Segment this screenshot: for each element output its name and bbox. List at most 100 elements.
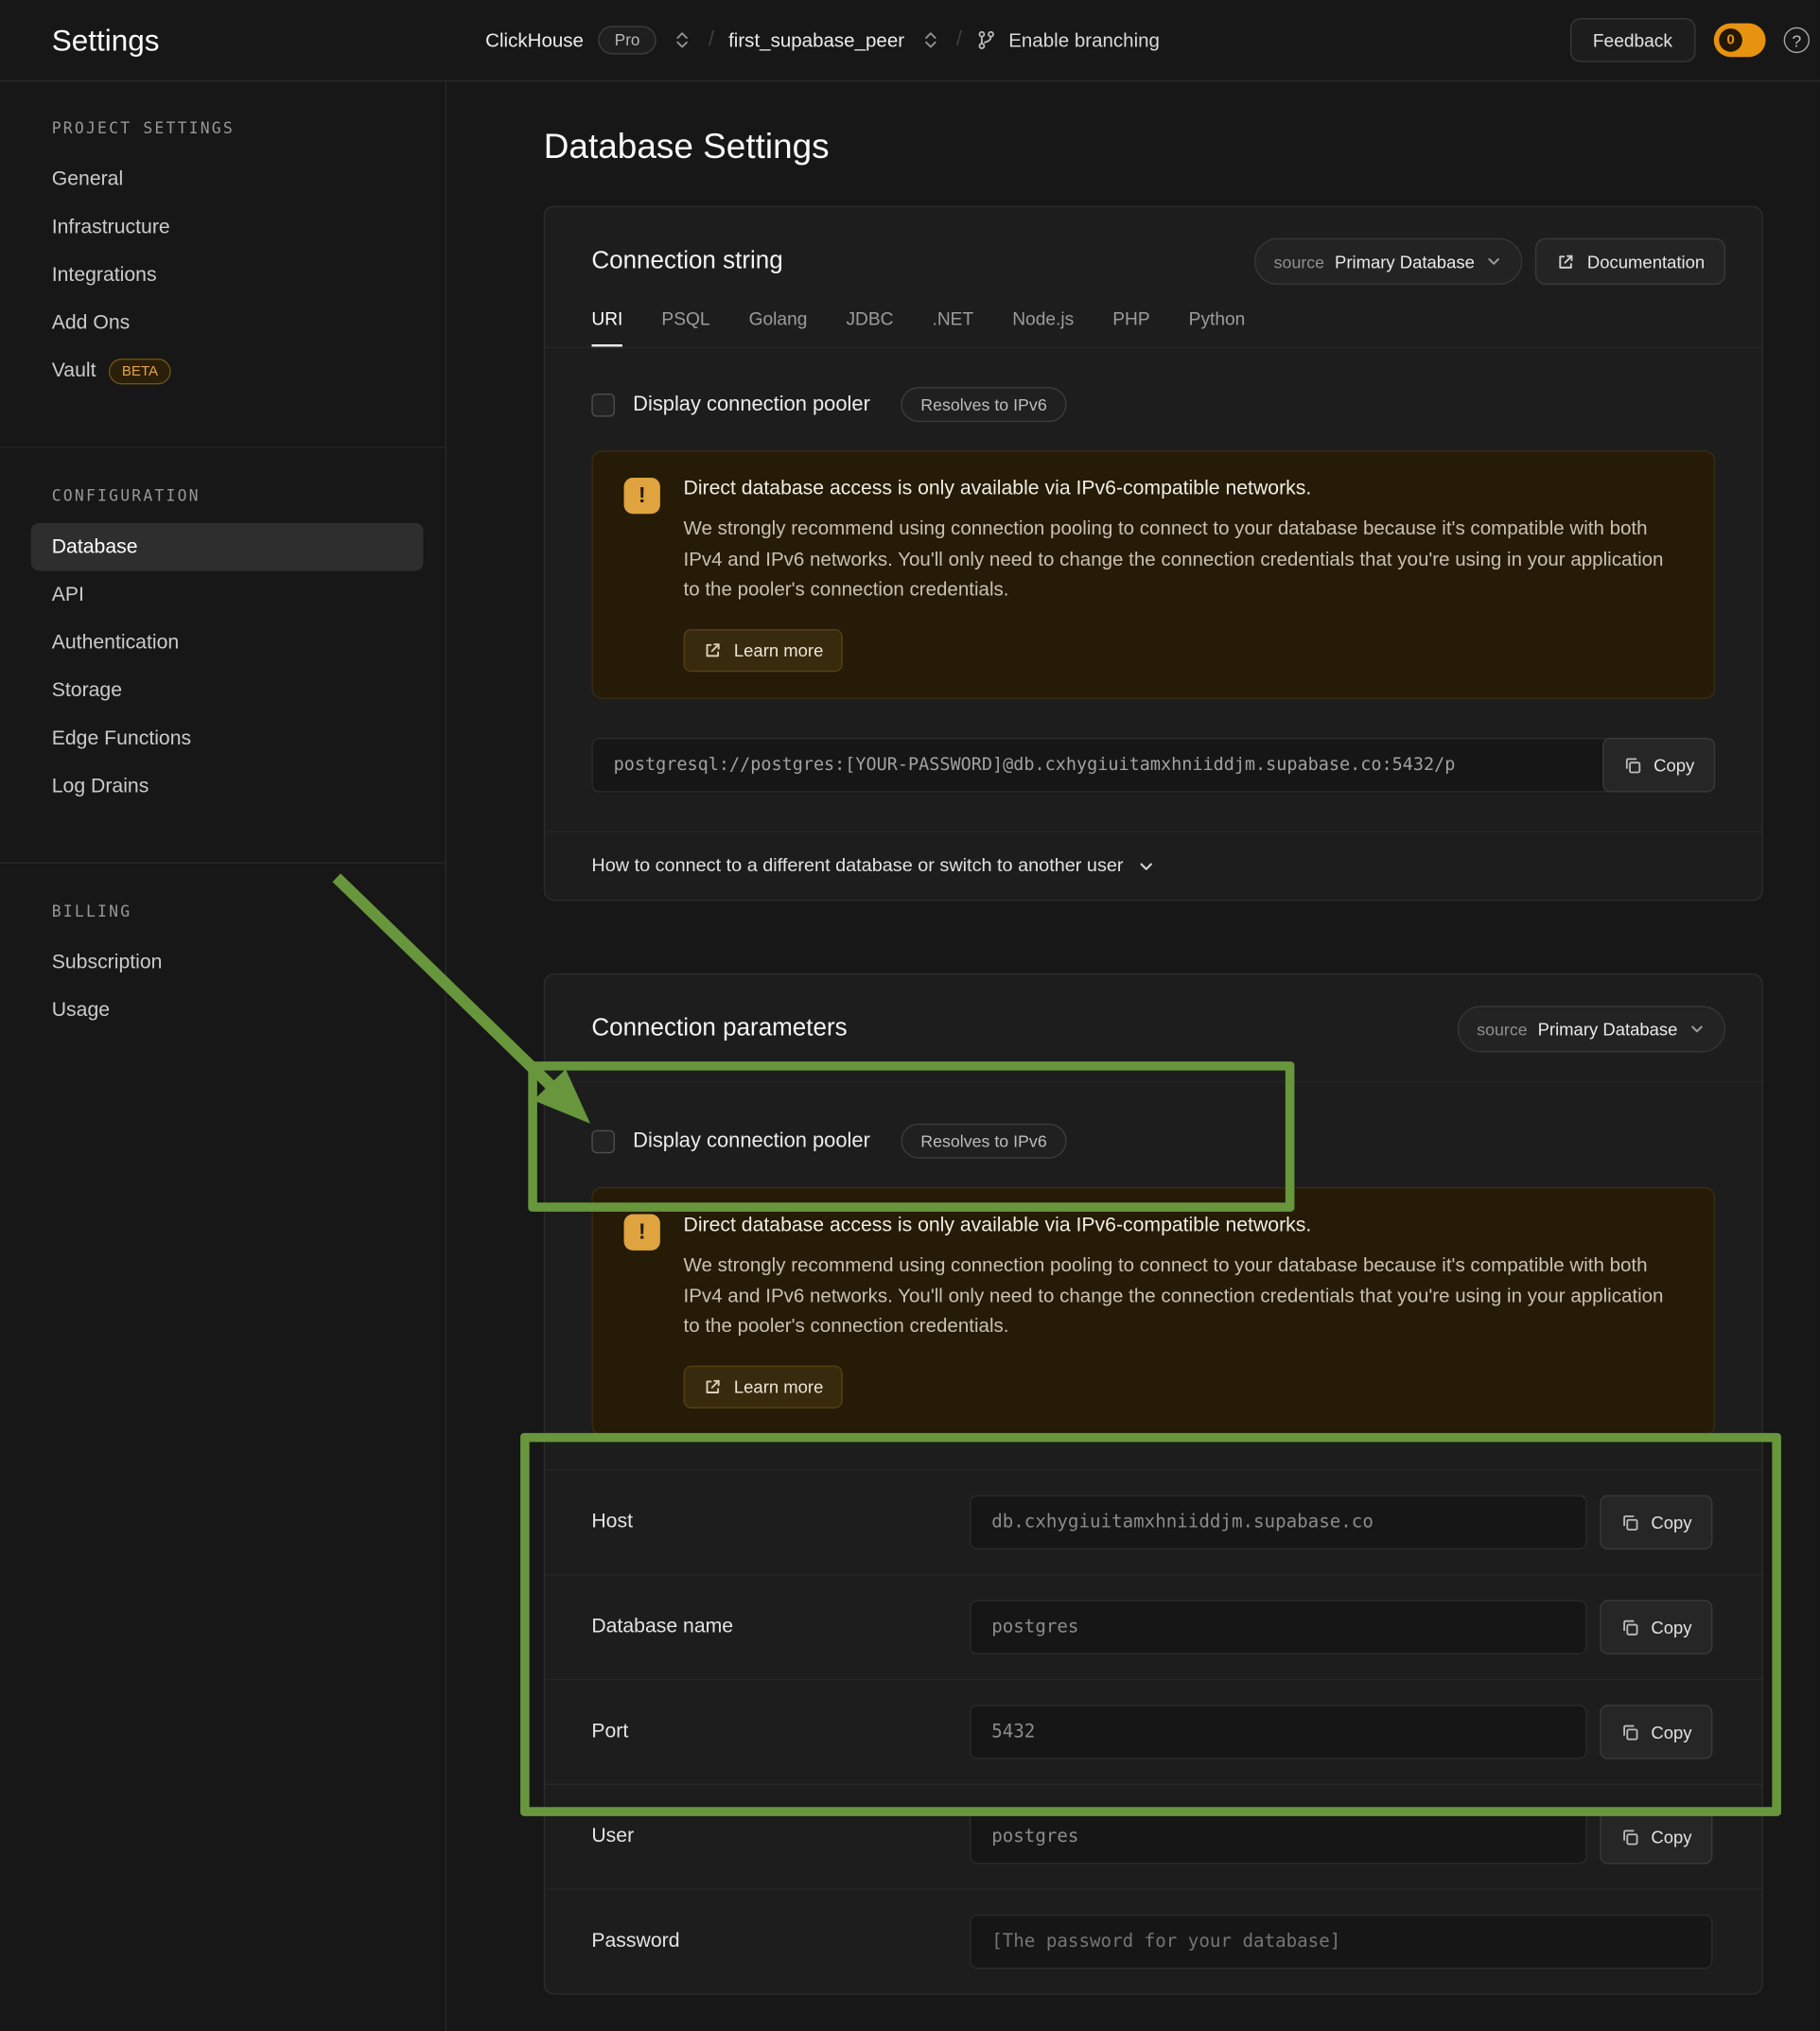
display-connection-pooler-checkbox[interactable] xyxy=(591,1129,615,1153)
sidebar-item-general[interactable]: General xyxy=(0,155,446,203)
copy-icon xyxy=(1621,1723,1641,1742)
sidebar-item-api[interactable]: API xyxy=(0,570,446,619)
org-selector-chevron-icon[interactable] xyxy=(671,28,694,52)
sidebar-item-log-drains[interactable]: Log Drains xyxy=(0,762,446,811)
tab-php[interactable]: PHP xyxy=(1112,308,1149,347)
header-actions: Feedback 0 ? xyxy=(1569,18,1820,62)
display-connection-pooler-label: Display connection pooler xyxy=(633,1129,870,1153)
org-avatar[interactable]: 0 xyxy=(1714,24,1766,58)
user-field[interactable]: postgres xyxy=(970,1810,1587,1864)
copy-host-button[interactable]: Copy xyxy=(1601,1496,1712,1550)
copy-label: Copy xyxy=(1654,756,1694,776)
section-title: PROJECT SETTINGS xyxy=(52,119,446,137)
git-branch-icon xyxy=(976,29,997,50)
display-connection-pooler-checkbox[interactable] xyxy=(591,393,615,416)
main-content: Database Settings Connection string sour… xyxy=(446,80,1820,2031)
tab-uri[interactable]: URI xyxy=(591,308,622,347)
warning-title: Direct database access is only available… xyxy=(684,1215,1681,1238)
copy-label: Copy xyxy=(1651,1513,1691,1532)
sidebar-item-storage[interactable]: Storage xyxy=(0,667,446,715)
sidebar-item-label: Subscription xyxy=(52,938,163,987)
source-select[interactable]: source Primary Database xyxy=(1458,1006,1725,1052)
tab-psql[interactable]: PSQL xyxy=(661,308,709,347)
copy-label: Copy xyxy=(1651,1618,1691,1637)
connection-string-card: Connection string source Primary Databas… xyxy=(544,206,1763,902)
sidebar-item-label: Storage xyxy=(52,667,122,715)
tab-golang[interactable]: Golang xyxy=(749,308,808,347)
tab-dotnet[interactable]: .NET xyxy=(933,308,974,347)
breadcrumb: ClickHouse Pro / first_supabase_peer / E… xyxy=(446,26,1569,54)
section-title: CONFIGURATION xyxy=(52,487,446,505)
sidebar-item-infrastructure[interactable]: Infrastructure xyxy=(0,203,446,252)
password-label: Password xyxy=(591,1930,970,1953)
sidebar-item-label: Infrastructure xyxy=(52,203,170,252)
feedback-button[interactable]: Feedback xyxy=(1569,18,1695,62)
learn-more-button[interactable]: Learn more xyxy=(684,1366,843,1409)
page-title: Database Settings xyxy=(544,127,1820,166)
settings-sidebar: PROJECT SETTINGS General Infrastructure … xyxy=(0,80,446,2031)
sidebar-item-usage[interactable]: Usage xyxy=(0,987,446,1035)
connection-parameters-card: Connection parameters source Primary Dat… xyxy=(544,973,1763,1995)
copy-icon xyxy=(1624,756,1644,776)
sidebar-item-integrations[interactable]: Integrations xyxy=(0,251,446,299)
source-select[interactable]: source Primary Database xyxy=(1254,238,1522,285)
sidebar-item-database[interactable]: Database xyxy=(31,523,424,571)
sidebar-item-label: Vault xyxy=(52,347,96,395)
beta-badge: BETA xyxy=(109,358,171,383)
breadcrumb-org[interactable]: ClickHouse xyxy=(485,29,584,51)
source-value: Primary Database xyxy=(1538,1020,1678,1040)
host-field[interactable]: db.cxhygiuitamxhniiddjm.supabase.co xyxy=(970,1496,1587,1550)
copy-icon xyxy=(1621,1513,1641,1532)
tab-nodejs[interactable]: Node.js xyxy=(1012,308,1074,347)
sidebar-section-billing: BILLING Subscription Usage xyxy=(0,862,446,1086)
copy-uri-button[interactable]: Copy xyxy=(1603,738,1715,792)
password-field[interactable]: [The password for your database] xyxy=(970,1915,1712,1969)
app-window: Settings ClickHouse Pro / first_supabase… xyxy=(0,0,1820,2031)
tab-jdbc[interactable]: JDBC xyxy=(846,308,893,347)
database-name-row: Database name postgres Copy xyxy=(545,1574,1761,1679)
user-row: User postgres Copy xyxy=(545,1784,1761,1889)
sidebar-item-edge-functions[interactable]: Edge Functions xyxy=(0,714,446,762)
chevron-down-icon xyxy=(1485,253,1503,271)
copy-port-button[interactable]: Copy xyxy=(1601,1705,1712,1759)
sidebar-item-authentication[interactable]: Authentication xyxy=(0,619,446,667)
database-name-field[interactable]: postgres xyxy=(970,1601,1587,1655)
breadcrumb-project[interactable]: first_supabase_peer xyxy=(728,29,904,51)
disclosure-label: How to connect to a different database o… xyxy=(591,856,1123,877)
sidebar-item-label: General xyxy=(52,155,123,203)
section-title: BILLING xyxy=(52,902,446,920)
learn-more-button[interactable]: Learn more xyxy=(684,629,843,672)
enable-branching-button[interactable]: Enable branching xyxy=(976,29,1160,51)
copy-user-button[interactable]: Copy xyxy=(1601,1810,1712,1864)
plan-badge: Pro xyxy=(598,26,656,54)
chevron-down-icon xyxy=(1136,856,1156,876)
sidebar-item-vault[interactable]: Vault BETA xyxy=(0,347,446,395)
host-row: Host db.cxhygiuitamxhniiddjm.supabase.co… xyxy=(545,1469,1761,1574)
sidebar-item-add-ons[interactable]: Add Ons xyxy=(0,299,446,347)
sidebar-section-configuration: CONFIGURATION Database API Authenticatio… xyxy=(0,446,446,862)
help-icon[interactable]: ? xyxy=(1784,27,1810,53)
page-heading-settings: Settings xyxy=(52,23,160,57)
project-selector-chevron-icon[interactable] xyxy=(919,28,942,52)
ipv6-warning-banner: ! Direct database access is only availab… xyxy=(591,450,1715,699)
breadcrumb-separator: / xyxy=(956,28,962,52)
copy-icon xyxy=(1621,1828,1641,1847)
copy-label: Copy xyxy=(1651,1828,1691,1847)
sidebar-item-label: Usage xyxy=(52,987,110,1035)
documentation-button[interactable]: Documentation xyxy=(1535,238,1725,285)
port-field[interactable]: 5432 xyxy=(970,1705,1587,1759)
sidebar-item-subscription[interactable]: Subscription xyxy=(0,938,446,987)
sidebar-item-label: Add Ons xyxy=(52,299,131,347)
tab-python[interactable]: Python xyxy=(1189,308,1246,347)
connect-different-db-disclosure[interactable]: How to connect to a different database o… xyxy=(545,832,1761,901)
warning-body: We strongly recommend using connection p… xyxy=(684,514,1681,605)
user-label: User xyxy=(591,1826,970,1849)
warning-title: Direct database access is only available… xyxy=(684,478,1681,501)
learn-more-label: Learn more xyxy=(734,1377,823,1397)
copy-icon xyxy=(1621,1618,1641,1637)
host-label: Host xyxy=(591,1511,970,1534)
external-link-icon xyxy=(1556,252,1576,271)
copy-database-name-button[interactable]: Copy xyxy=(1601,1601,1712,1655)
connection-uri-field[interactable]: postgresql://postgres:[YOUR-PASSWORD]@db… xyxy=(591,738,1715,792)
external-link-icon xyxy=(703,640,723,660)
